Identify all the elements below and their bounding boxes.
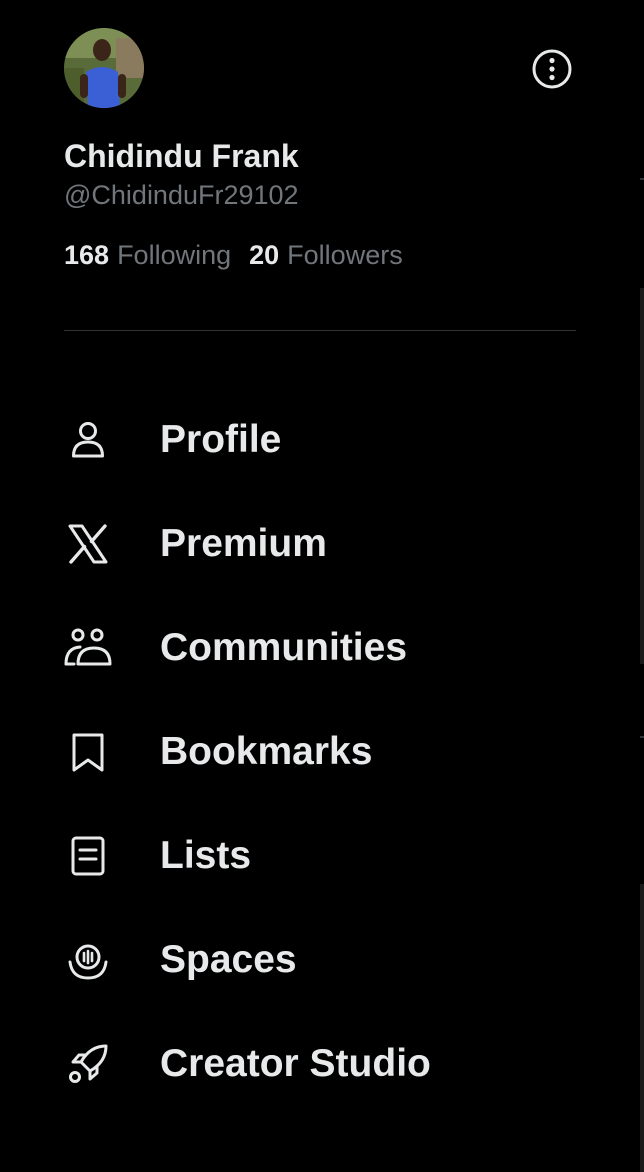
- feed-divider: [640, 736, 644, 738]
- x-logo-icon: [64, 520, 112, 568]
- followers-count: 20: [249, 240, 280, 270]
- nav-label-bookmarks: Bookmarks: [160, 730, 373, 773]
- nav-label-lists: Lists: [160, 834, 252, 877]
- feed-card-edge: [640, 288, 644, 664]
- communities-icon: [64, 624, 112, 672]
- navigation-drawer: Chidindu Frank @ChidinduFr29102 168 Follo…: [0, 0, 640, 1172]
- person-icon: [64, 416, 112, 464]
- nav-label-profile: Profile: [160, 418, 282, 461]
- nav-label-premium: Premium: [160, 522, 327, 565]
- following-label: Following: [117, 240, 232, 270]
- nav-item-bookmarks[interactable]: Bookmarks: [64, 716, 584, 788]
- nav-item-creator-studio[interactable]: Creator Studio: [64, 1028, 584, 1100]
- following-count: 168: [64, 240, 110, 270]
- nav-label-creator-studio: Creator Studio: [160, 1042, 431, 1085]
- followers-label: Followers: [287, 240, 403, 270]
- nav-item-profile[interactable]: Profile: [64, 404, 584, 476]
- more-options-button[interactable]: [530, 47, 574, 91]
- nav-item-lists[interactable]: Lists: [64, 820, 584, 892]
- follow-stats: 168 Following 20 Followers: [64, 240, 403, 271]
- followers-link[interactable]: 20 Followers: [249, 240, 403, 271]
- display-name[interactable]: Chidindu Frank: [64, 138, 299, 175]
- nav-label-communities: Communities: [160, 626, 408, 669]
- feed-divider: [640, 178, 644, 180]
- feed-card-edge: [640, 884, 644, 1172]
- avatar-photo: [64, 28, 144, 108]
- rocket-icon: [64, 1040, 112, 1088]
- bookmark-icon: [64, 728, 112, 776]
- more-options-icon: [532, 49, 572, 89]
- nav-item-spaces[interactable]: Spaces: [64, 924, 584, 996]
- spaces-icon: [64, 936, 112, 984]
- user-handle[interactable]: @ChidinduFr29102: [64, 180, 299, 211]
- divider: [64, 330, 576, 331]
- nav-item-premium[interactable]: Premium: [64, 508, 584, 580]
- following-link[interactable]: 168 Following: [64, 240, 231, 271]
- nav-item-communities[interactable]: Communities: [64, 612, 584, 684]
- nav-label-spaces: Spaces: [160, 938, 297, 981]
- list-icon: [64, 832, 112, 880]
- avatar[interactable]: [64, 28, 144, 108]
